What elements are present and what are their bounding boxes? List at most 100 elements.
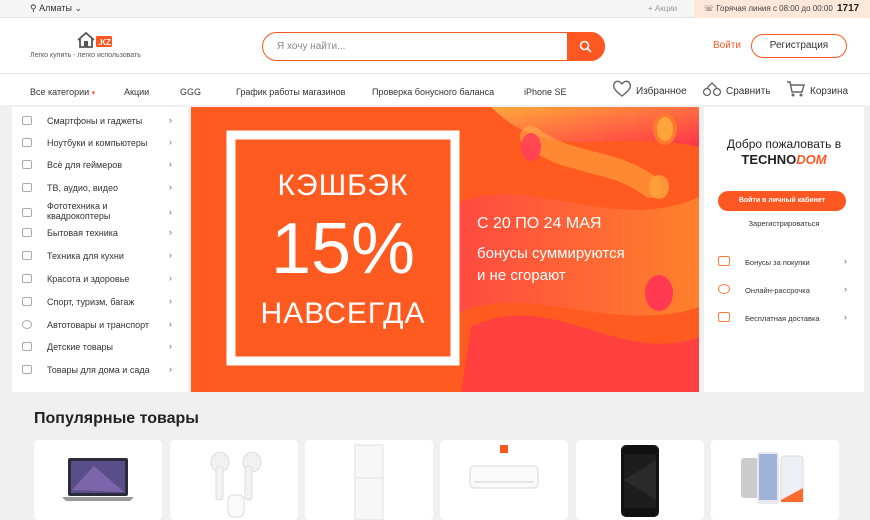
brand-part-dom: DOM [796,152,827,167]
product-card-fridge[interactable] [305,440,433,520]
sidebar-item-home[interactable]: Товары для дома и сада › [12,360,188,382]
laptop-icon [22,138,32,147]
chevron-right-icon: › [169,296,172,306]
svg-text:.KZ: .KZ [98,38,111,47]
nav-link-store-hours[interactable]: График работы магазинов [236,87,345,97]
benefit-bonuses[interactable]: Бонусы за покупки › [718,256,858,270]
product-card-iphone-se[interactable] [576,440,704,520]
iphone-image [621,445,659,517]
sidebar-item-label: Смартфоны и гаджеты [47,116,143,126]
nav-link-bonus-balance[interactable]: Проверка бонусного баланса [372,87,494,97]
hairdryer-icon [22,274,32,283]
hotline-number[interactable]: 1717 [837,3,859,14]
laptop-image [62,458,134,501]
chevron-right-icon: › [169,319,172,329]
chevron-right-icon: › [169,182,172,192]
sidebar-item-label: Ноутбуки и компьютеры [47,138,148,148]
promo-banner[interactable]: КЭШБЭК 15% НАВСЕГДА С 20 ПО 24 МАЯ бонус… [191,107,699,392]
benefit-label: Бесплатная доставка [745,314,820,323]
heart-icon[interactable] [612,80,632,98]
header: .KZ Легко купить - легко использовать Я … [0,18,870,73]
product-card-samsung[interactable] [711,440,839,520]
gamepad-icon [22,160,32,169]
sidebar-item-auto[interactable]: Автотовары и транспорт › [12,315,188,337]
cabinet-login-button[interactable]: Войти в личный кабинет [718,191,846,211]
cart-icon[interactable] [786,80,806,98]
category-sidebar: Смартфоны и гаджеты › Ноутбуки и компьюте… [12,107,188,392]
wheel-icon [22,320,32,329]
sidebar-item-sport[interactable]: Спорт, туризм, багаж › [12,292,188,314]
toy-icon [22,342,32,351]
logo[interactable]: .KZ Легко купить - легко использовать [30,32,155,62]
sidebar-item-label: Всё для геймеров [47,160,122,170]
chevron-right-icon: › [169,159,172,169]
sidebar-item-kids[interactable]: Детские товары › [12,337,188,359]
chevron-right-icon: › [169,273,172,283]
promo-link[interactable]: + Акции [648,4,677,13]
chevron-right-icon: › [169,364,172,374]
banner-subtitle-1: бонусы суммируются [477,245,625,262]
airpods-image [210,451,262,518]
banner-percent-text: 15% [270,209,416,289]
brand-part-techno: TECHNO [741,152,797,167]
register-link[interactable]: Зарегистрироваться [704,219,864,228]
sidebar-item-label: Детские товары [47,342,113,352]
search-box[interactable]: Я хочу найти... [262,31,605,61]
register-button[interactable]: Регистрация [751,34,847,58]
all-categories-menu[interactable]: Все категории ▾ [30,87,95,97]
cart-link[interactable]: Корзина [810,86,848,97]
product-card-airpods[interactable] [170,440,298,520]
search-icon [579,40,592,53]
sidebar-item-laptops[interactable]: Ноутбуки и компьютеры › [12,133,188,155]
compare-icon[interactable] [702,80,722,98]
nav-link-promo[interactable]: Акции [124,87,149,97]
sidebar-item-label: Техника для кухни [47,251,124,261]
sneaker-icon [22,297,32,306]
sidebar-item-appliances[interactable]: Бытовая техника › [12,223,188,245]
banner-cashback-text: КЭШБЭК [277,169,409,202]
nav-link-ggg[interactable]: GGG [180,87,201,97]
sidebar-item-tv-audio[interactable]: ТВ, аудио, видео › [12,178,188,200]
sidebar-item-beauty[interactable]: Красота и здоровье › [12,269,188,291]
sidebar-item-label: Красота и здоровье [47,274,130,284]
fridge-image [354,444,384,520]
camera-icon [22,208,32,217]
sidebar-item-kitchen[interactable]: Техника для кухни › [12,246,188,268]
chevron-down-icon: ⌄ [74,3,83,13]
chevron-right-icon: › [169,137,172,147]
home-icon [22,365,32,374]
benefit-delivery[interactable]: Бесплатная доставка › [718,312,858,326]
product-card-laptop[interactable] [34,440,162,520]
washer-icon [22,228,32,237]
sidebar-item-gaming[interactable]: Всё для геймеров › [12,155,188,177]
kettle-icon [22,251,32,260]
sidebar-item-label: ТВ, аудио, видео [47,183,118,193]
city-selector[interactable]: ⚲ Алматы ⌄ [30,3,82,14]
banner-dates: С 20 ПО 24 МАЯ [477,215,602,232]
chevron-down-icon: ▾ [91,90,96,97]
search-input[interactable]: Я хочу найти... [277,41,345,52]
welcome-panel: Добро пожаловать в TECHNODOM Войти в лич… [704,107,864,392]
sidebar-item-label: Автотовары и транспорт [47,320,150,330]
logo-house-icon: .KZ [77,32,112,48]
sidebar-item-smartphones[interactable]: Смартфоны и гаджеты › [12,111,188,133]
sidebar-item-label: Спорт, туризм, багаж [47,297,135,307]
favorites-link[interactable]: Избранное [636,86,687,97]
nav-link-iphone-se[interactable]: iPhone SE [524,87,567,97]
brand-logo: TECHNODOM [704,152,864,167]
welcome-title: Добро пожаловать в [726,137,842,151]
chevron-right-icon: › [169,341,172,351]
chevron-right-icon: › [169,250,172,260]
benefit-label: Онлайн-рассрочка [745,286,810,295]
hotline: ☏ Горячая линия с 08:00 до 00:00 1717 [694,0,870,18]
truck-icon [718,312,730,322]
login-link[interactable]: Войти [713,40,741,51]
gift-icon [718,256,730,266]
product-card-air-conditioner[interactable] [440,440,568,520]
benefit-installments[interactable]: Онлайн-рассрочка › [718,284,858,298]
compare-link[interactable]: Сравнить [726,86,771,97]
chevron-right-icon: › [844,312,847,322]
top-bar: ⚲ Алматы ⌄ + Акции ☏ Горячая линия с 08:… [0,0,870,18]
chevron-right-icon: › [844,284,847,294]
search-button[interactable] [567,31,605,61]
